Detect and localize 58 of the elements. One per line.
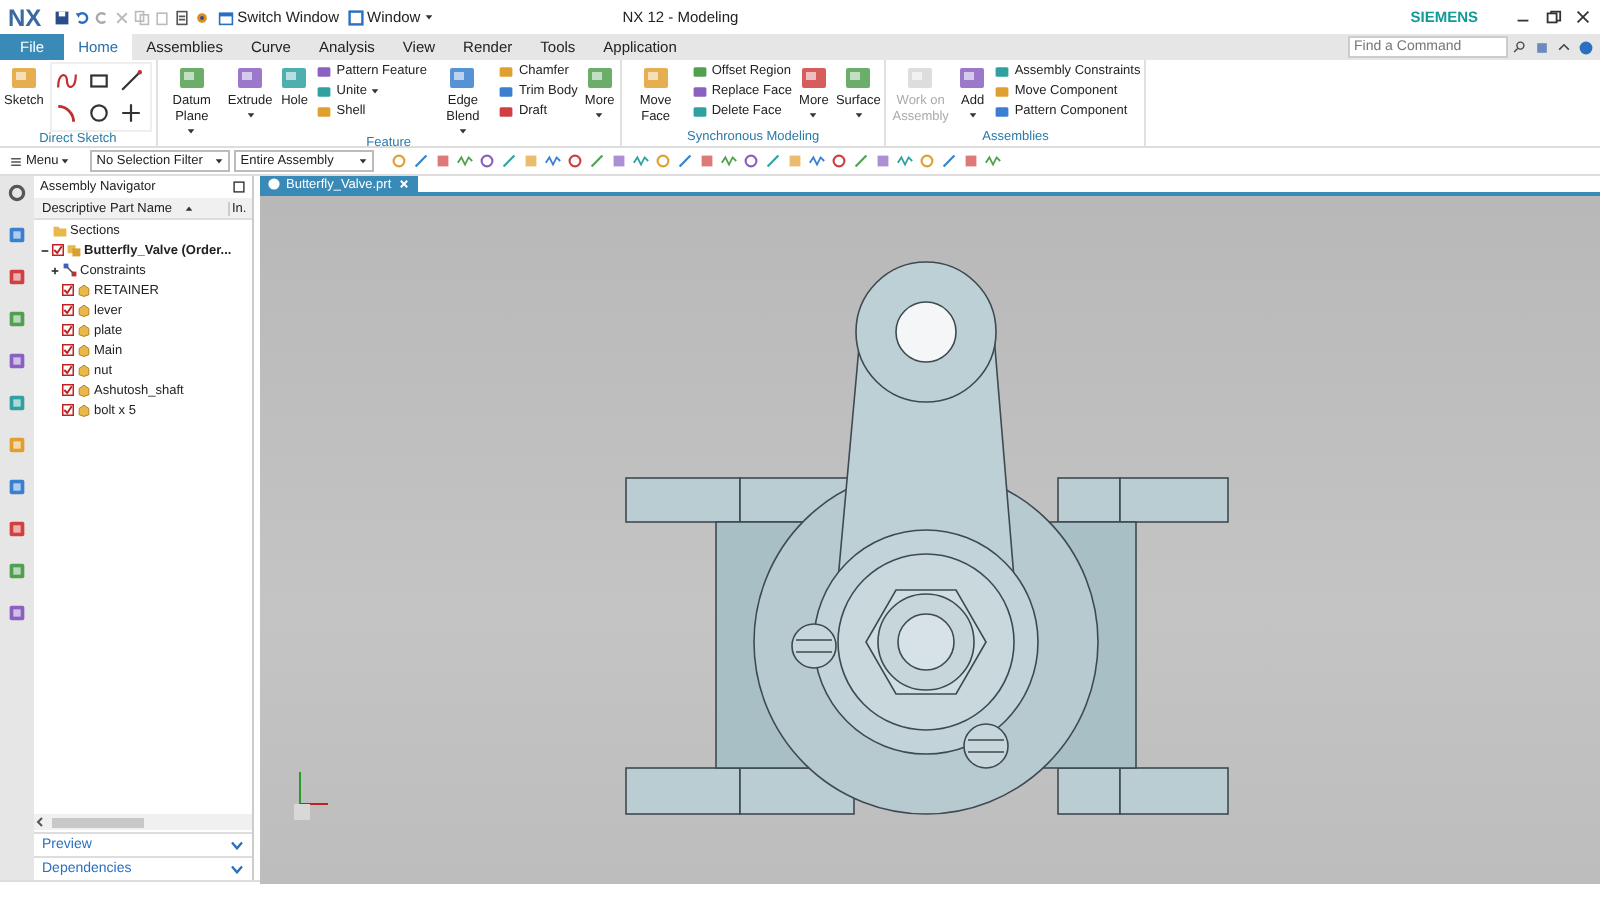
caret-icon — [245, 110, 256, 120]
checkbox[interactable] — [62, 344, 74, 356]
search-icon — [1512, 40, 1526, 54]
navigator-icon[interactable] — [6, 224, 28, 246]
checkbox[interactable] — [52, 244, 64, 256]
app-logo: NX — [8, 3, 42, 31]
navigator-icon[interactable] — [6, 392, 28, 414]
undo-icon[interactable] — [73, 9, 90, 25]
navigator-icon[interactable] — [6, 476, 28, 498]
checkbox[interactable] — [62, 364, 74, 376]
navigator-icon[interactable] — [6, 350, 28, 372]
expand-icon[interactable] — [50, 265, 60, 275]
horizontal-scrollbar[interactable] — [34, 814, 252, 830]
collapse-icon[interactable] — [40, 245, 50, 255]
caret-icon — [853, 110, 864, 120]
plus-icon[interactable] — [119, 102, 142, 124]
arc-icon[interactable] — [55, 102, 78, 124]
save-icon[interactable] — [53, 9, 70, 25]
redo-icon[interactable] — [93, 9, 110, 25]
caret-icon — [370, 86, 381, 96]
valve-model-drawing[interactable] — [625, 261, 1229, 815]
maximize-icon[interactable] — [232, 180, 246, 194]
settings-icon[interactable] — [6, 182, 28, 204]
checkbox[interactable] — [62, 404, 74, 416]
navigator-icon[interactable] — [6, 266, 28, 288]
caret-icon — [424, 12, 435, 22]
navigator-icon[interactable] — [6, 308, 28, 330]
menu-icon — [8, 153, 24, 169]
scroll-left-icon[interactable] — [34, 816, 46, 828]
document-icon[interactable] — [173, 9, 190, 25]
axis-triad-icon — [294, 771, 329, 820]
caret-icon — [214, 156, 225, 166]
caret-icon — [808, 110, 819, 120]
caret-icon — [594, 110, 605, 120]
navigator-icon[interactable] — [6, 518, 28, 540]
window-icon — [217, 9, 234, 25]
curve-icon[interactable] — [55, 70, 78, 92]
window-icon — [347, 9, 364, 25]
close-icon[interactable] — [1574, 8, 1592, 26]
checkbox[interactable] — [62, 284, 74, 296]
assembly-icon — [66, 242, 82, 258]
caret-icon — [186, 126, 197, 136]
navigator-icon[interactable] — [6, 602, 28, 624]
checkbox[interactable] — [62, 384, 74, 396]
line-icon[interactable] — [119, 70, 142, 92]
constraints-icon — [62, 262, 78, 278]
caret-icon — [60, 156, 71, 166]
help-icon[interactable] — [1578, 39, 1594, 55]
circle-icon[interactable] — [87, 102, 110, 124]
caret-icon — [457, 126, 468, 136]
restore-icon[interactable] — [1544, 8, 1562, 26]
sort-icon — [184, 203, 195, 213]
rectangle-icon[interactable] — [87, 70, 110, 92]
caret-icon — [967, 110, 978, 120]
checkbox[interactable] — [62, 324, 74, 336]
navigator-icon[interactable] — [6, 560, 28, 582]
caret-icon — [358, 156, 369, 166]
checkbox[interactable] — [62, 304, 74, 316]
